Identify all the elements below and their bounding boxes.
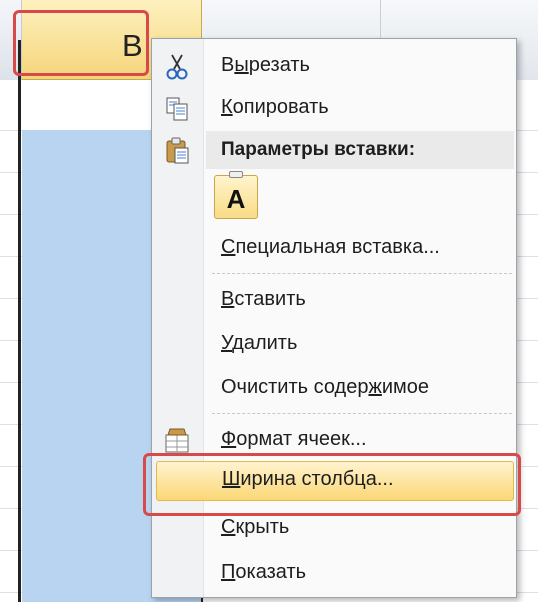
paste-options-header: Параметры вставки: [206,131,514,169]
menu-label-cut: Вырезать [221,54,310,76]
paste-values-button[interactable]: A [214,171,258,219]
menu-item-delete[interactable]: Удалить [152,325,516,365]
menu-label-hide: Скрыть [221,516,290,538]
paste-options-label: Параметры вставки: [221,139,416,160]
menu-item-show[interactable]: Показать [152,554,516,594]
column-divider [380,0,381,40]
header-b-highlight [13,10,149,76]
clipboard-icon [229,171,243,178]
menu-separator [212,273,512,274]
menu-item-cut[interactable]: Вырезать [152,47,516,87]
menu-label-clear-contents: Очистить содержимое [221,376,430,398]
menu-label-format-cells: Формат ячеек... [221,428,367,450]
menu-label-delete: Удалить [221,332,298,354]
scissors-icon [162,53,192,81]
menu-label-insert: Вставить [221,288,306,310]
menu-item-paste-special[interactable]: Специальная вставка... [152,229,516,269]
column-width-highlight [143,453,521,516]
menu-label-paste-special: Специальная вставка... [221,236,440,258]
copy-icon [162,95,192,123]
selection-border-left [18,40,21,602]
menu-separator [212,413,512,414]
menu-item-clear-contents[interactable]: Очистить содержимое [152,369,516,409]
menu-label-copy: Копировать [221,96,329,118]
menu-label-show: Показать [221,561,307,583]
clipboard-paste-icon [162,137,192,165]
format-cells-icon [162,427,192,455]
paste-button-letter: A [226,184,246,214]
menu-item-copy[interactable]: Копировать [152,89,516,129]
menu-item-insert[interactable]: Вставить [152,281,516,321]
